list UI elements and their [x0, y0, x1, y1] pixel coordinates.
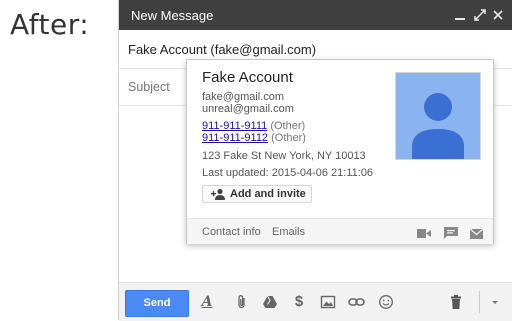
- add-and-invite-button[interactable]: Add and invite: [202, 185, 312, 203]
- more-options-icon[interactable]: [487, 294, 503, 310]
- compose-title: New Message: [131, 8, 214, 23]
- phone-link[interactable]: 911-911-9111: [202, 120, 267, 132]
- emails-link[interactable]: Emails: [272, 226, 305, 238]
- compose-header: New Message: [119, 0, 512, 30]
- contact-info-link[interactable]: Contact info: [202, 226, 261, 238]
- add-and-invite-label: Add and invite: [230, 188, 306, 200]
- subject-placeholder: Subject: [128, 80, 170, 94]
- video-call-icon[interactable]: [417, 226, 431, 244]
- person-silhouette-icon: [412, 93, 464, 159]
- avatar: [395, 72, 481, 160]
- recipient-chip[interactable]: Fake Account (fake@gmail.com): [128, 42, 316, 57]
- contact-email-secondary: unreal@gmail.com: [202, 103, 294, 115]
- card-footer: Contact info Emails: [187, 218, 493, 244]
- attach-icon[interactable]: [234, 294, 250, 310]
- contact-email: fake@gmail.com: [202, 91, 285, 103]
- send-button[interactable]: Send: [125, 290, 189, 317]
- mail-icon[interactable]: [469, 226, 484, 244]
- photo-icon[interactable]: [320, 294, 336, 310]
- emoji-icon[interactable]: [378, 294, 394, 310]
- compose-toolbar: Send A $: [119, 282, 512, 321]
- contact-hovercard: Fake Account fake@gmail.com unreal@gmail…: [186, 59, 494, 244]
- close-icon[interactable]: [491, 7, 505, 23]
- trash-icon[interactable]: [448, 294, 464, 310]
- chat-icon[interactable]: [444, 226, 458, 244]
- phone-type: (Other): [271, 132, 306, 144]
- contact-phone: 911-911-9112 (Other): [202, 132, 306, 144]
- minimize-icon[interactable]: [453, 7, 467, 23]
- expand-icon[interactable]: [473, 7, 487, 23]
- contact-name: Fake Account: [202, 69, 293, 86]
- money-icon[interactable]: $: [291, 294, 307, 310]
- contact-phone: 911-911-9111 (Other): [202, 120, 305, 132]
- formatting-icon[interactable]: A: [199, 294, 215, 310]
- phone-type: (Other): [270, 120, 306, 132]
- link-icon[interactable]: [348, 294, 365, 310]
- drive-icon[interactable]: [262, 294, 278, 310]
- after-label: After:: [10, 8, 90, 41]
- toolbar-divider: [479, 291, 480, 313]
- contact-address: 123 Fake St New York, NY 10013: [202, 150, 366, 162]
- phone-link[interactable]: 911-911-9112: [202, 132, 268, 144]
- last-updated: Last updated: 2015-04-06 21:11:06: [202, 167, 374, 179]
- add-person-icon: [211, 188, 225, 200]
